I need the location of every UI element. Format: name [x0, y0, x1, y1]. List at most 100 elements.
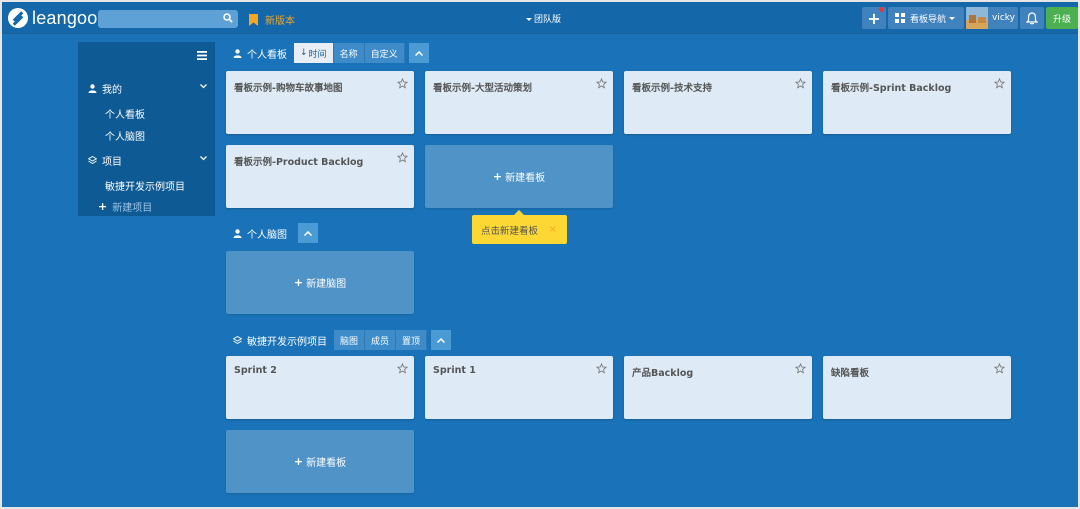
collapse-button[interactable] — [408, 43, 429, 63]
new-version-link[interactable]: 新版本 — [249, 12, 295, 27]
board-card[interactable]: Sprint 2 — [226, 356, 414, 419]
star-icon[interactable] — [397, 78, 408, 89]
tab-sort-custom[interactable]: 自定义 — [364, 43, 405, 63]
board-nav-button[interactable]: 看板导航 — [888, 7, 964, 29]
bookmark-icon — [249, 13, 258, 26]
personal-boards-title: 个人看板 — [247, 49, 287, 61]
logo-text: leangoo — [32, 7, 98, 28]
new-version-label: 新版本 — [265, 16, 295, 27]
username: vicky — [992, 13, 1015, 23]
chevron-down-icon[interactable] — [200, 84, 207, 89]
board-card-title: 看板示例-大型活动策划 — [433, 83, 532, 94]
top-bar: leangoo 新版本 团队版 + 看板导航 vicky 升级 — [2, 2, 1078, 34]
board-card-title: 看板示例-技术支持 — [632, 83, 712, 94]
board-card-title: 看板示例-Sprint Backlog — [831, 83, 952, 94]
tab-pin[interactable]: 置顶 — [396, 330, 428, 350]
star-icon[interactable] — [397, 363, 408, 374]
sidebar: 我的 个人看板 个人脑图 项目 敏捷开发示例项目 + 新建项目 — [78, 42, 215, 216]
close-icon[interactable]: × — [549, 224, 557, 235]
logo[interactable]: leangoo — [8, 7, 97, 29]
board-card-title: 缺陷看板 — [831, 368, 870, 379]
chevron-up-icon — [437, 337, 446, 343]
board-card-title: Sprint 2 — [234, 365, 277, 376]
tooltip-text: 点击新建看板 — [481, 225, 539, 237]
board-card[interactable]: 看板示例-技术支持 — [624, 71, 812, 134]
tab-sort-time[interactable]: ↓ 时间 — [294, 43, 334, 63]
star-icon[interactable] — [994, 363, 1005, 374]
new-mindmap-button[interactable]: + 新建脑图 — [226, 251, 414, 314]
star-icon[interactable] — [795, 78, 806, 89]
plus-icon: + — [293, 455, 304, 468]
sidebar-item-personal-mindmaps[interactable]: 个人脑图 — [105, 128, 145, 143]
chevron-down-icon[interactable] — [200, 156, 207, 161]
sidebar-projects-label: 项目 — [102, 157, 122, 168]
star-icon[interactable] — [397, 152, 408, 163]
layers-icon — [233, 335, 242, 344]
project-title: 敏捷开发示例项目 — [247, 336, 327, 348]
team-edition-label: 团队版 — [534, 15, 562, 25]
collapse-button[interactable] — [298, 223, 318, 243]
sidebar-item-personal-boards[interactable]: 个人看板 — [105, 106, 145, 121]
collapse-button[interactable] — [431, 330, 452, 350]
chevron-up-icon — [304, 230, 312, 236]
person-icon — [233, 228, 242, 238]
caret-down-icon — [526, 18, 532, 21]
tab-members[interactable]: 成员 — [365, 330, 397, 350]
plus-icon: + — [98, 200, 108, 213]
chevron-up-icon — [414, 50, 423, 56]
person-icon — [233, 48, 242, 58]
tab-mindmap[interactable]: 脑图 — [334, 330, 366, 350]
upgrade-button[interactable]: 升级 — [1046, 7, 1078, 29]
board-nav-label: 看板导航 — [909, 14, 946, 25]
search-box — [98, 10, 238, 28]
board-card[interactable]: 看板示例-大型活动策划 — [425, 71, 613, 134]
caret-down-icon — [949, 16, 955, 20]
new-board-tooltip: 点击新建看板 × — [472, 210, 567, 244]
notifications-button[interactable] — [1020, 7, 1044, 29]
board-card[interactable]: 产品Backlog — [624, 356, 812, 419]
board-card[interactable]: 看板示例-Sprint Backlog — [823, 71, 1011, 134]
sidebar-section-projects[interactable]: 项目 — [88, 153, 122, 168]
sidebar-mine-label: 我的 — [102, 85, 122, 96]
menu-icon[interactable] — [197, 51, 207, 60]
new-project-button[interactable]: + 新建项目 — [98, 199, 152, 214]
new-board-button[interactable]: + 新建看板 — [425, 145, 613, 208]
sidebar-item-agile-project[interactable]: 敏捷开发示例项目 — [105, 178, 185, 193]
user-menu[interactable]: vicky — [966, 7, 1018, 29]
grid-icon — [894, 13, 905, 23]
leangoo-logo-icon — [8, 8, 28, 28]
star-icon[interactable] — [795, 363, 806, 374]
board-card-title: 产品Backlog — [632, 368, 694, 379]
board-card[interactable]: 看板示例-购物车故事地图 — [226, 71, 414, 134]
person-icon — [88, 84, 97, 93]
board-card-title: Sprint 1 — [433, 365, 476, 376]
new-project-board-button[interactable]: + 新建看板 — [226, 430, 414, 493]
board-card-title: 看板示例-Product Backlog — [234, 157, 364, 168]
personal-mindmaps-title: 个人脑图 — [247, 229, 287, 241]
star-icon[interactable] — [994, 78, 1005, 89]
plus-icon: + — [293, 276, 304, 289]
bell-icon — [1026, 11, 1038, 24]
new-mindmap-label: 新建脑图 — [306, 279, 347, 290]
tab-sort-time-label: 时间 — [308, 49, 327, 60]
board-card[interactable]: Sprint 1 — [425, 356, 613, 419]
star-icon[interactable] — [596, 363, 607, 374]
tab-sort-name[interactable]: 名称 — [333, 43, 365, 63]
avatar — [966, 7, 988, 29]
new-board-label: 新建看板 — [505, 173, 546, 184]
star-icon[interactable] — [596, 78, 607, 89]
sidebar-section-mine[interactable]: 我的 — [88, 81, 122, 96]
new-project-board-label: 新建看板 — [306, 458, 347, 469]
layers-icon — [88, 156, 97, 165]
new-project-label: 新建项目 — [112, 203, 153, 214]
plus-icon: + — [492, 170, 503, 183]
personal-boards-header: 个人看板 ↓ 时间 名称 自定义 — [233, 43, 429, 63]
search-icon[interactable] — [223, 13, 233, 23]
notification-dot — [879, 7, 884, 12]
personal-mindmaps-header: 个人脑图 — [233, 223, 318, 243]
search-input[interactable] — [98, 10, 214, 28]
team-edition-dropdown[interactable]: 团队版 — [526, 12, 561, 25]
board-card[interactable]: 看板示例-Product Backlog — [226, 145, 414, 208]
board-card-title: 看板示例-购物车故事地图 — [234, 83, 343, 94]
board-card[interactable]: 缺陷看板 — [823, 356, 1011, 419]
